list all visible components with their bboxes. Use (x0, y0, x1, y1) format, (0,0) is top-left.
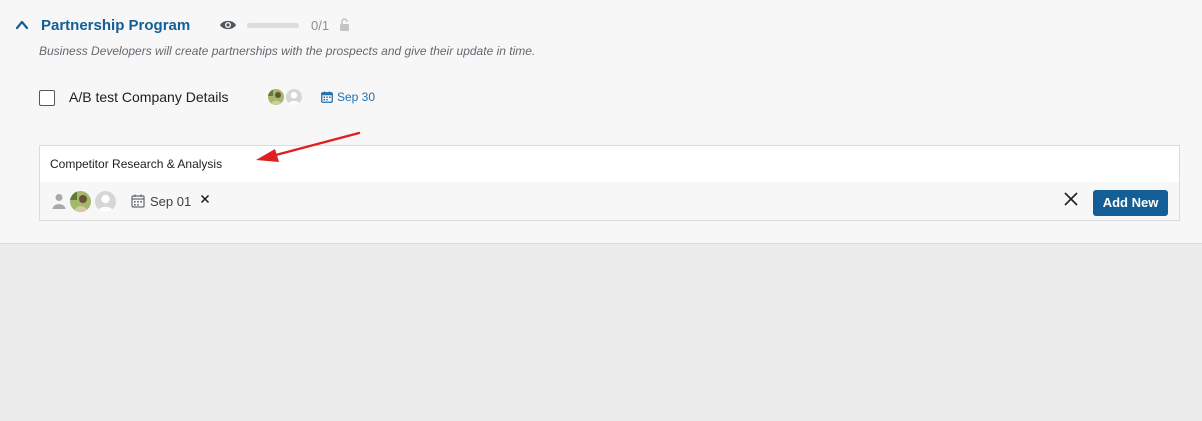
clear-date-icon[interactable] (200, 194, 210, 204)
assignee-avatar-placeholder[interactable] (286, 89, 302, 105)
task-title[interactable]: A/B test Company Details (69, 89, 229, 106)
eye-icon[interactable] (219, 18, 237, 32)
new-task-form-footer: Sep 01 Add New (40, 182, 1179, 220)
milestone-panel: Partnership Program 0/1 Business Develop… (0, 0, 1202, 244)
task-checkbox[interactable] (39, 90, 55, 106)
milestone-description: Business Developers will create partners… (39, 44, 536, 58)
calendar-icon[interactable] (131, 194, 145, 208)
add-new-button[interactable]: Add New (1093, 190, 1168, 216)
new-task-input[interactable] (40, 146, 1179, 182)
person-icon[interactable] (52, 193, 66, 209)
unlock-icon[interactable] (339, 17, 350, 32)
new-task-due-date[interactable]: Sep 01 (150, 194, 191, 210)
assignee-avatar-photo[interactable] (70, 191, 91, 212)
new-task-form: Sep 01 Add New (39, 145, 1180, 221)
annotation-arrow (256, 131, 361, 162)
milestone-title[interactable]: Partnership Program (41, 17, 190, 35)
close-icon[interactable] (1063, 191, 1079, 207)
chevron-up-icon[interactable] (14, 18, 30, 32)
assignee-avatar-photo[interactable] (268, 89, 284, 105)
calendar-icon[interactable] (321, 91, 333, 103)
task-due-date[interactable]: Sep 30 (337, 90, 375, 105)
progress-bar (247, 23, 299, 28)
assignee-avatar-placeholder[interactable] (95, 191, 116, 212)
progress-count: 0/1 (311, 18, 330, 33)
